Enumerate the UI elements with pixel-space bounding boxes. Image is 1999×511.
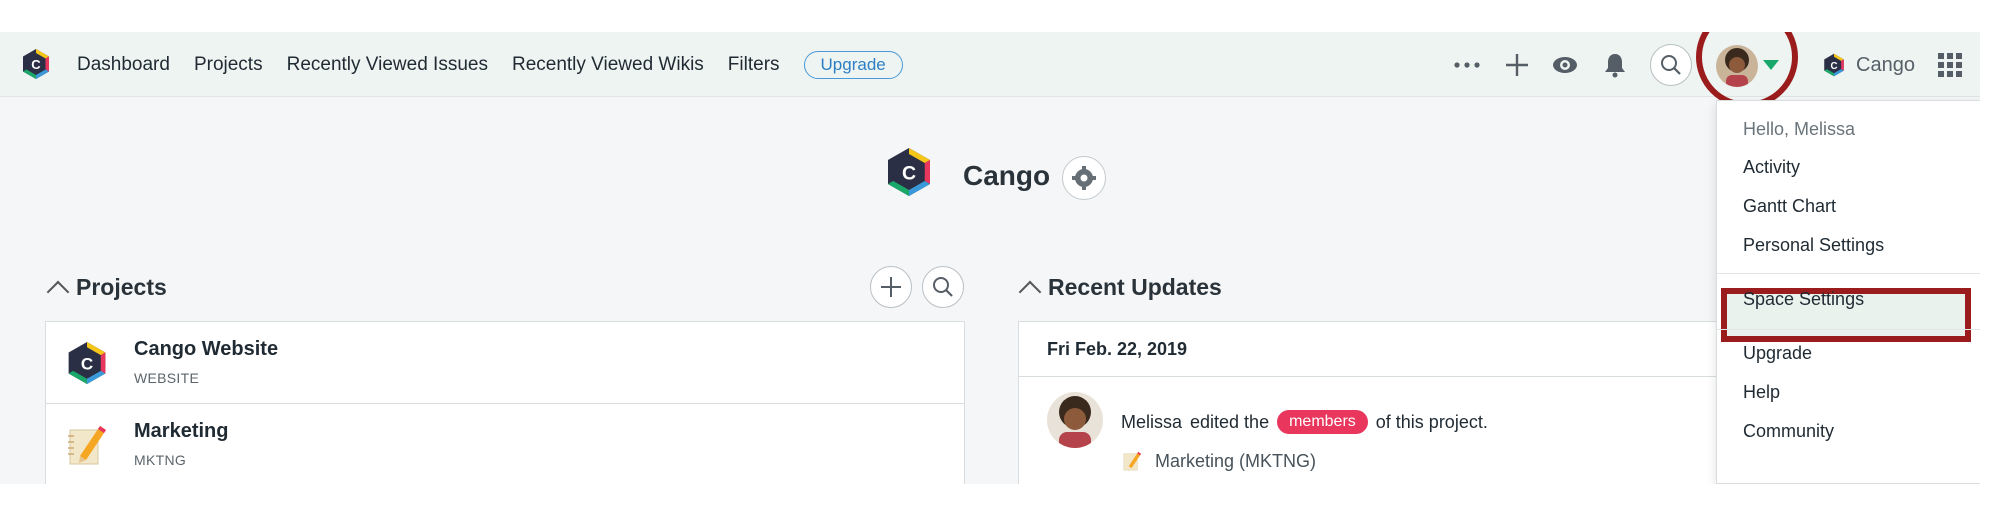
project-name[interactable]: Marketing: [134, 420, 228, 443]
project-name[interactable]: Cango Website: [134, 338, 278, 361]
upgrade-button[interactable]: Upgrade: [803, 50, 903, 79]
app-grid-icon[interactable]: [1938, 53, 1962, 77]
collapse-chevron-icon[interactable]: [1018, 280, 1042, 303]
update-project-label[interactable]: Marketing (MKTNG): [1155, 451, 1316, 472]
user-greeting: Hello, Melissa: [1743, 119, 1856, 139]
nav-recently-viewed-issues[interactable]: Recently Viewed Issues: [287, 54, 488, 76]
nav-projects[interactable]: Projects: [194, 54, 263, 76]
project-row[interactable]: C Cango Website WEBSITE: [46, 322, 964, 404]
update-date: Fri Feb. 22, 2019: [1047, 339, 1188, 359]
cango-small-logo-icon: C: [1824, 53, 1844, 77]
menu-item-activity[interactable]: Activity: [1743, 157, 1800, 178]
search-icon[interactable]: [1650, 44, 1692, 86]
workspace-switcher[interactable]: C Cango: [1822, 47, 1915, 83]
add-project-button[interactable]: [870, 266, 912, 308]
top-navigation: C Dashboard Projects Recently Viewed Iss…: [0, 32, 1980, 108]
brand-label: Cango: [1856, 53, 1915, 76]
nav-filters[interactable]: Filters: [728, 54, 780, 76]
app-window: C Dashboard Projects Recently Viewed Iss…: [0, 32, 1980, 484]
search-projects-button[interactable]: [922, 266, 964, 308]
menu-item-community[interactable]: Community: [1743, 421, 1834, 442]
search-icon: [933, 277, 953, 297]
menu-item-gantt-chart[interactable]: Gantt Chart: [1743, 196, 1836, 217]
projects-heading[interactable]: Projects: [46, 274, 167, 303]
menu-item-help[interactable]: Help: [1743, 382, 1780, 403]
recent-updates-heading-label: Recent Updates: [1048, 274, 1222, 300]
more-icon[interactable]: [1452, 50, 1482, 80]
svg-text:C: C: [31, 57, 41, 72]
update-description: Melissa edited the members of this proje…: [1121, 410, 1488, 434]
annotation-circle: [1696, 32, 1798, 108]
project-row[interactable]: Marketing MKTNG: [46, 404, 964, 484]
menu-divider: [1717, 329, 1980, 330]
update-user[interactable]: Melissa: [1121, 412, 1182, 433]
projects-heading-label: Projects: [76, 274, 167, 300]
cango-logo-icon[interactable]: C: [20, 48, 52, 80]
svg-text:C: C: [902, 163, 916, 185]
update-action: edited the: [1190, 411, 1270, 432]
recent-updates-heading[interactable]: Recent Updates: [1018, 274, 1222, 303]
plus-icon: [881, 277, 901, 297]
nav-links: Dashboard Projects Recently Viewed Issue…: [77, 32, 903, 97]
menu-item-personal-settings[interactable]: Personal Settings: [1743, 235, 1884, 256]
pencil-notepad-icon: [1123, 451, 1142, 471]
plus-icon[interactable]: [1502, 50, 1532, 80]
user-avatar[interactable]: [1047, 392, 1103, 448]
update-suffix: of this project.: [1375, 411, 1488, 432]
workspace-title: Cango: [963, 160, 1051, 191]
projects-list: C Cango Website WEBSITE Marketing MKTNG: [45, 321, 965, 484]
eye-icon[interactable]: [1550, 50, 1580, 80]
bell-icon[interactable]: [1600, 50, 1630, 80]
svg-text:C: C: [81, 355, 93, 374]
nav-recently-viewed-wikis[interactable]: Recently Viewed Wikis: [512, 54, 704, 76]
user-menu-dropdown: Hello, Melissa Activity Gantt Chart Pers…: [1716, 100, 1980, 484]
svg-text:C: C: [1830, 61, 1837, 72]
cango-logo-icon: C: [68, 342, 106, 384]
collapse-chevron-icon[interactable]: [46, 280, 70, 303]
pencil-notepad-icon: [68, 426, 106, 465]
members-badge[interactable]: members: [1277, 410, 1368, 434]
update-project[interactable]: Marketing (MKTNG): [1121, 450, 1316, 472]
menu-item-upgrade[interactable]: Upgrade: [1743, 343, 1812, 364]
nav-dashboard[interactable]: Dashboard: [77, 54, 170, 76]
menu-divider: [1717, 273, 1980, 274]
workspace-settings-gear-icon[interactable]: [1062, 156, 1106, 200]
workspace-logo-icon: C: [888, 148, 930, 196]
menu-item-space-settings[interactable]: Space Settings: [1743, 289, 1864, 310]
project-key: MKTNG: [134, 452, 187, 468]
project-key: WEBSITE: [134, 370, 200, 386]
